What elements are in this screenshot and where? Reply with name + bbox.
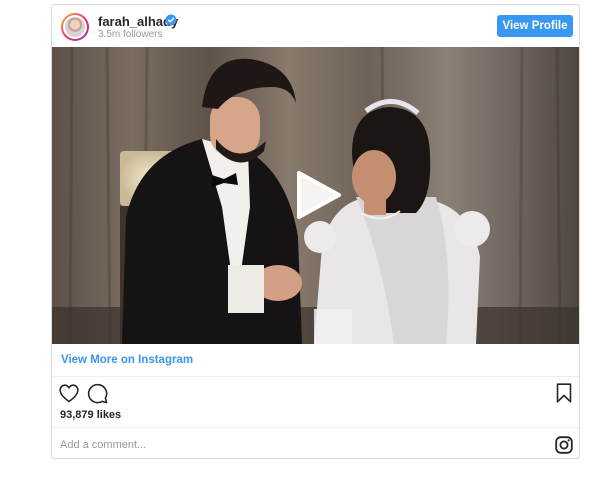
avatar[interactable] bbox=[61, 13, 89, 41]
view-profile-button[interactable]: View Profile bbox=[497, 15, 573, 37]
comment-icon[interactable] bbox=[87, 383, 108, 404]
follower-count: 3.5m followers bbox=[98, 29, 163, 40]
bookmark-icon[interactable] bbox=[556, 383, 572, 403]
add-comment-input[interactable]: Add a comment... bbox=[60, 439, 146, 451]
instagram-embed-card: farah_alhady 3.5m followers View Profile bbox=[51, 4, 580, 459]
play-icon[interactable] bbox=[293, 169, 343, 221]
post-header: farah_alhady 3.5m followers View Profile bbox=[52, 5, 579, 48]
view-more-link[interactable]: View More on Instagram bbox=[61, 354, 193, 366]
instagram-icon[interactable] bbox=[555, 436, 573, 454]
comment-bar: Add a comment... bbox=[52, 427, 579, 461]
video-player[interactable] bbox=[52, 47, 579, 344]
verified-badge-icon bbox=[165, 14, 177, 26]
like-count[interactable]: 93,879 likes bbox=[60, 409, 121, 421]
view-more-section: View More on Instagram bbox=[52, 344, 579, 377]
heart-icon[interactable] bbox=[59, 384, 79, 403]
